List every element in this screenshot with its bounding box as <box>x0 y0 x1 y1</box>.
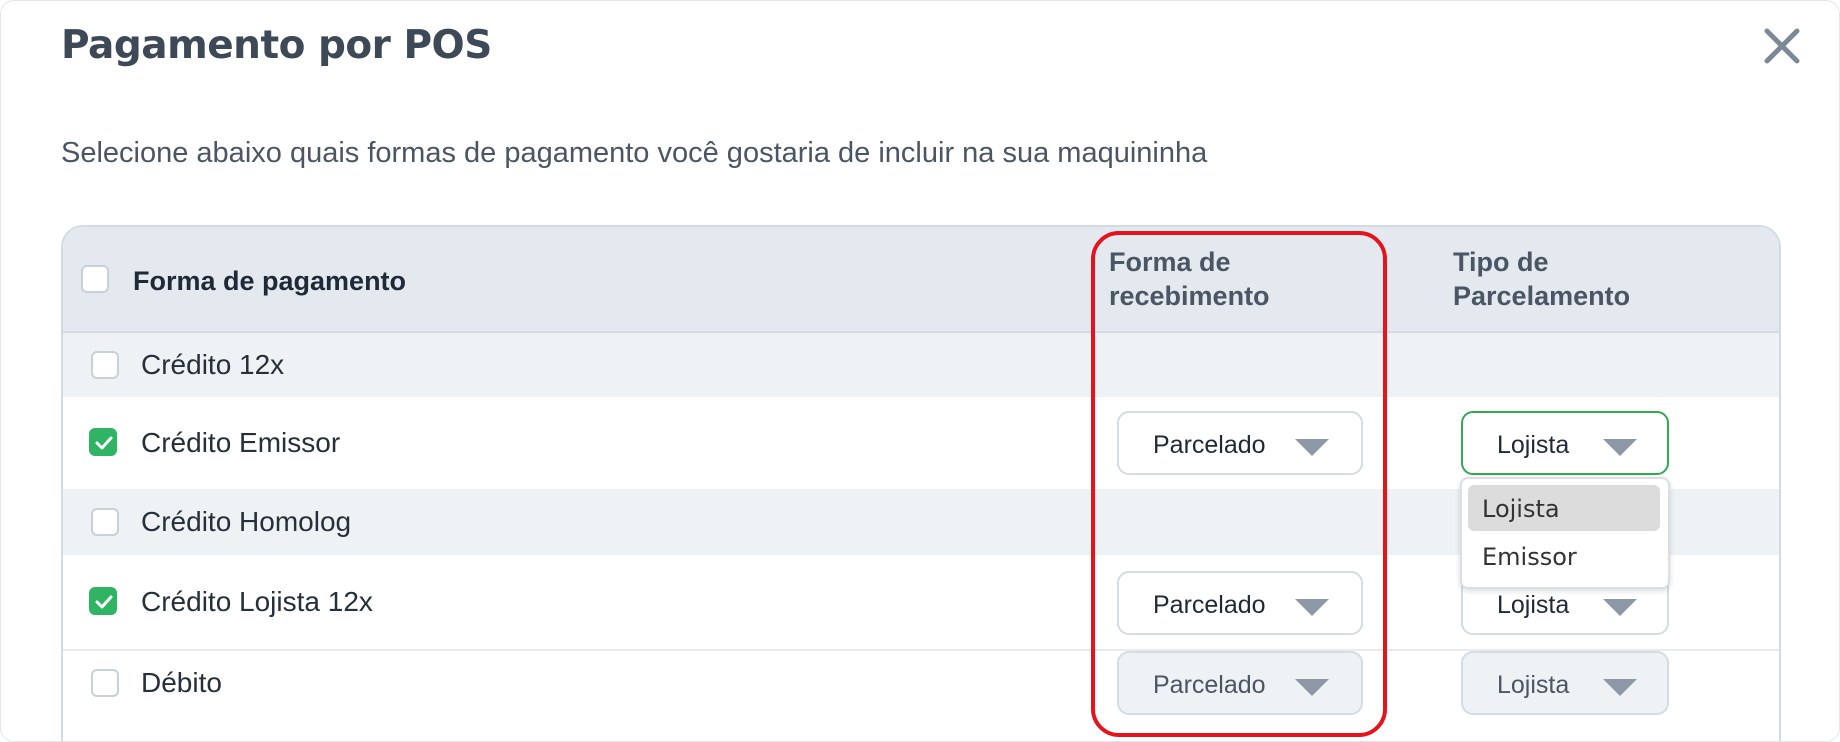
chevron-down-icon <box>1295 679 1329 696</box>
table-row: Crédito Emissor Parcelado Lojista <box>63 397 1779 489</box>
row-label: Crédito 12x <box>141 349 285 380</box>
chevron-down-icon <box>1295 599 1329 616</box>
receipt-method-select[interactable]: Parcelado <box>1117 571 1363 635</box>
row-checkbox[interactable] <box>91 508 119 536</box>
chevron-down-icon <box>1603 439 1637 456</box>
table-header: Forma de pagamento Forma de recebimento … <box>63 227 1779 333</box>
modal-title: Pagamento por POS <box>61 23 492 68</box>
chevron-down-icon <box>1603 599 1637 616</box>
row-checkbox[interactable] <box>89 587 117 615</box>
installment-type-select[interactable]: Lojista <box>1461 651 1669 715</box>
modal-subtitle: Selecione abaixo quais formas de pagamen… <box>61 137 1208 169</box>
installment-type-select[interactable]: Lojista <box>1461 411 1669 475</box>
chevron-down-icon <box>1603 679 1637 696</box>
dropdown-option-lojista[interactable]: Lojista <box>1468 485 1660 531</box>
header-receipt-method: Forma de recebimento <box>1109 247 1270 311</box>
header-payment-method: Forma de pagamento <box>133 266 407 296</box>
installment-type-dropdown: Lojista Emissor <box>1460 477 1670 589</box>
row-label: Débito <box>141 667 222 698</box>
chevron-down-icon <box>1295 439 1329 456</box>
receipt-method-select[interactable]: Parcelado <box>1117 651 1363 715</box>
close-icon[interactable] <box>1763 27 1801 65</box>
table-row: Débito Parcelado Lojista <box>63 651 1779 741</box>
receipt-method-select[interactable]: Parcelado <box>1117 411 1363 475</box>
row-label: Crédito Emissor <box>141 427 341 458</box>
row-label: Crédito Homolog <box>141 506 352 537</box>
dropdown-option-emissor[interactable]: Emissor <box>1468 533 1660 579</box>
table-row: Crédito 12x <box>63 333 1779 397</box>
row-checkbox[interactable] <box>89 428 117 456</box>
select-all-checkbox[interactable] <box>81 265 109 293</box>
row-checkbox[interactable] <box>91 351 119 379</box>
header-installment-type: Tipo de Parcelamento <box>1453 247 1631 311</box>
row-label: Crédito Lojista 12x <box>141 586 373 617</box>
payment-pos-modal: Pagamento por POS Selecione abaixo quais… <box>0 0 1840 742</box>
row-checkbox[interactable] <box>91 669 119 697</box>
